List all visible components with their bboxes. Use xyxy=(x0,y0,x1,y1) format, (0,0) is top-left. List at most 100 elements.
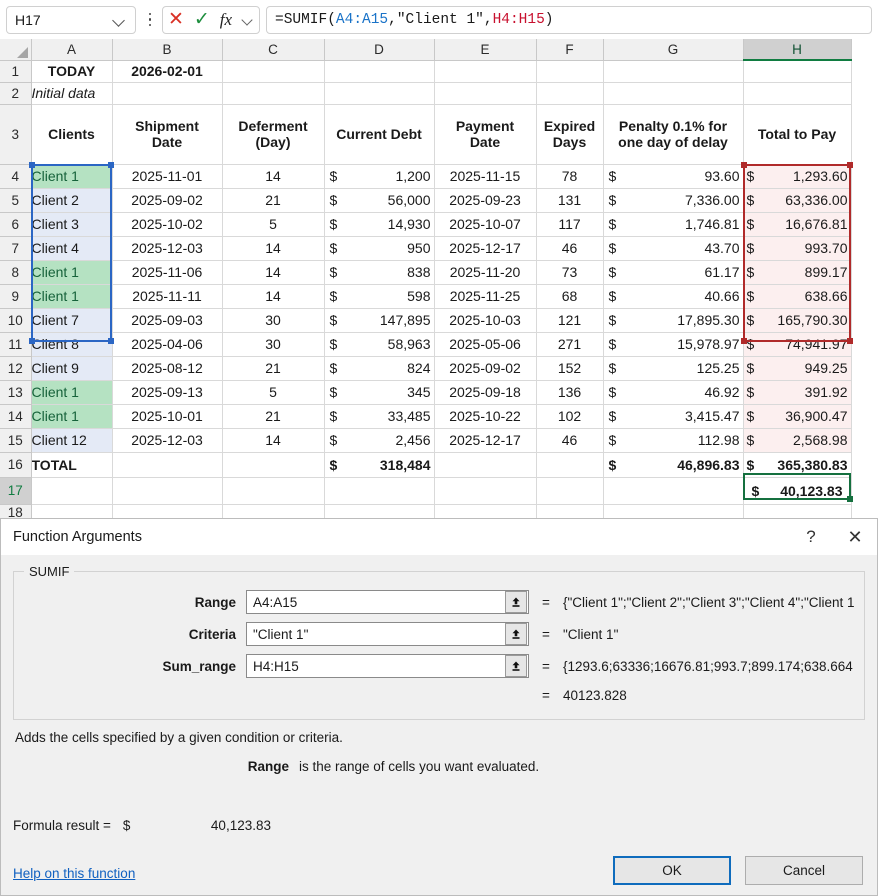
arg-input-wrap-range[interactable]: A4:A15 xyxy=(246,590,529,614)
cell-e4-payment-date[interactable]: 2025-11-15 xyxy=(434,164,536,188)
cell-e8-payment-date[interactable]: 2025-11-20 xyxy=(434,260,536,284)
row-header-4[interactable]: 4 xyxy=(0,164,31,188)
cell-e9-payment-date[interactable]: 2025-11-25 xyxy=(434,284,536,308)
cell-c12-deferment[interactable]: 21 xyxy=(222,356,324,380)
row-header-13[interactable]: 13 xyxy=(0,380,31,404)
insert-function-icon[interactable]: fx xyxy=(220,10,232,30)
select-all-corner[interactable] xyxy=(0,39,31,60)
cell-b9-shipment-date[interactable]: 2025-11-11 xyxy=(112,284,222,308)
cell-f11-expired-days[interactable]: 271 xyxy=(536,332,603,356)
cell-h7-total-to-pay[interactable]: $993.70 xyxy=(743,236,851,260)
cell-e10-payment-date[interactable]: 2025-10-03 xyxy=(434,308,536,332)
cell-d5-current-debt[interactable]: $56,000 xyxy=(324,188,434,212)
chevron-down-icon[interactable] xyxy=(113,13,127,27)
cell-h15-total-to-pay[interactable]: $2,568.98 xyxy=(743,428,851,452)
cell-c16[interactable] xyxy=(222,452,324,477)
column-header-a[interactable]: A xyxy=(31,39,112,60)
help-on-function-link[interactable]: Help on this function xyxy=(13,866,135,881)
cell-h4-total-to-pay[interactable]: $1,293.60 xyxy=(743,164,851,188)
cell-f3-expired-days[interactable]: ExpiredDays xyxy=(536,104,603,164)
cell-g7-penalty[interactable]: $43.70 xyxy=(603,236,743,260)
collapse-dialog-icon-criteria[interactable] xyxy=(505,623,527,645)
cell-d3-current-debt[interactable]: Current Debt xyxy=(324,104,434,164)
cell-a15-client[interactable]: Client 12 xyxy=(31,428,112,452)
cell-c7-deferment[interactable]: 14 xyxy=(222,236,324,260)
cell-f13-expired-days[interactable]: 136 xyxy=(536,380,603,404)
cell-f4-expired-days[interactable]: 78 xyxy=(536,164,603,188)
cell-h6-total-to-pay[interactable]: $16,676.81 xyxy=(743,212,851,236)
cell-e3-payment-date[interactable]: PaymentDate xyxy=(434,104,536,164)
cell-g8-penalty[interactable]: $61.17 xyxy=(603,260,743,284)
cell-g3-penalty[interactable]: Penalty 0.1% forone day of delay xyxy=(603,104,743,164)
cell-a14-client[interactable]: Client 1 xyxy=(31,404,112,428)
cell-g4-penalty[interactable]: $93.60 xyxy=(603,164,743,188)
cell-g5-penalty[interactable]: $7,336.00 xyxy=(603,188,743,212)
cancel-icon[interactable]: ✕ xyxy=(168,10,184,29)
cell-c8-deferment[interactable]: 14 xyxy=(222,260,324,284)
cancel-button[interactable]: Cancel xyxy=(745,856,863,885)
cell-b14-shipment-date[interactable]: 2025-10-01 xyxy=(112,404,222,428)
cell-c1[interactable] xyxy=(222,60,324,82)
close-icon[interactable]: ✕ xyxy=(833,519,877,555)
help-icon[interactable]: ? xyxy=(789,519,833,555)
cell-a13-client[interactable]: Client 1 xyxy=(31,380,112,404)
cell-a17[interactable] xyxy=(31,477,112,504)
collapse-dialog-icon-sumrange[interactable] xyxy=(505,655,527,677)
arg-input-wrap-criteria[interactable]: "Client 1" xyxy=(246,622,529,646)
cell-e5-payment-date[interactable]: 2025-09-23 xyxy=(434,188,536,212)
row-header-3[interactable]: 3 xyxy=(0,104,31,164)
cell-h10-total-to-pay[interactable]: $165,790.30 xyxy=(743,308,851,332)
cell-f6-expired-days[interactable]: 117 xyxy=(536,212,603,236)
column-header-b[interactable]: B xyxy=(112,39,222,60)
cell-d9-current-debt[interactable]: $598 xyxy=(324,284,434,308)
row-header-14[interactable]: 14 xyxy=(0,404,31,428)
cell-e1[interactable] xyxy=(434,60,536,82)
cell-g2[interactable] xyxy=(603,82,743,104)
cell-e13-payment-date[interactable]: 2025-09-18 xyxy=(434,380,536,404)
cell-a16-total-label[interactable]: TOTAL xyxy=(31,452,112,477)
cell-f7-expired-days[interactable]: 46 xyxy=(536,236,603,260)
row-header-5[interactable]: 5 xyxy=(0,188,31,212)
cell-b6-shipment-date[interactable]: 2025-10-02 xyxy=(112,212,222,236)
cell-b7-shipment-date[interactable]: 2025-12-03 xyxy=(112,236,222,260)
cell-a3-clients[interactable]: Clients xyxy=(31,104,112,164)
cell-d14-current-debt[interactable]: $33,485 xyxy=(324,404,434,428)
row-header-7[interactable]: 7 xyxy=(0,236,31,260)
cell-f15-expired-days[interactable]: 46 xyxy=(536,428,603,452)
cell-c11-deferment[interactable]: 30 xyxy=(222,332,324,356)
cell-d15-current-debt[interactable]: $2,456 xyxy=(324,428,434,452)
cell-e15-payment-date[interactable]: 2025-12-17 xyxy=(434,428,536,452)
cell-a7-client[interactable]: Client 4 xyxy=(31,236,112,260)
column-header-e[interactable]: E xyxy=(434,39,536,60)
cell-f9-expired-days[interactable]: 68 xyxy=(536,284,603,308)
cell-c2[interactable] xyxy=(222,82,324,104)
arg-input-wrap-sumrange[interactable]: H4:H15 xyxy=(246,654,529,678)
cell-g13-penalty[interactable]: $46.92 xyxy=(603,380,743,404)
column-header-g[interactable]: G xyxy=(603,39,743,60)
cell-b2[interactable] xyxy=(112,82,222,104)
cell-a1[interactable]: TODAY xyxy=(31,60,112,82)
cell-d17[interactable] xyxy=(324,477,434,504)
cell-c6-deferment[interactable]: 5 xyxy=(222,212,324,236)
row-header-15[interactable]: 15 xyxy=(0,428,31,452)
cell-b1[interactable]: 2026-02-01 xyxy=(112,60,222,82)
cell-g12-penalty[interactable]: $125.25 xyxy=(603,356,743,380)
cell-d10-current-debt[interactable]: $147,895 xyxy=(324,308,434,332)
row-header-8[interactable]: 8 xyxy=(0,260,31,284)
row-header-10[interactable]: 10 xyxy=(0,308,31,332)
cell-g6-penalty[interactable]: $1,746.81 xyxy=(603,212,743,236)
cell-c15-deferment[interactable]: 14 xyxy=(222,428,324,452)
cell-b11-shipment-date[interactable]: 2025-04-06 xyxy=(112,332,222,356)
range-input[interactable]: A4:A15 xyxy=(247,591,505,613)
name-box[interactable]: H17 xyxy=(6,6,136,34)
row-header-16[interactable]: 16 xyxy=(0,452,31,477)
cell-h1[interactable] xyxy=(743,60,851,82)
chevron-down-icon[interactable] xyxy=(242,14,254,26)
cell-a12-client[interactable]: Client 9 xyxy=(31,356,112,380)
collapse-dialog-icon-range[interactable] xyxy=(505,591,527,613)
cell-d1[interactable] xyxy=(324,60,434,82)
cell-b3-shipment-date[interactable]: ShipmentDate xyxy=(112,104,222,164)
cell-b17[interactable] xyxy=(112,477,222,504)
cell-f16[interactable] xyxy=(536,452,603,477)
cell-g1[interactable] xyxy=(603,60,743,82)
